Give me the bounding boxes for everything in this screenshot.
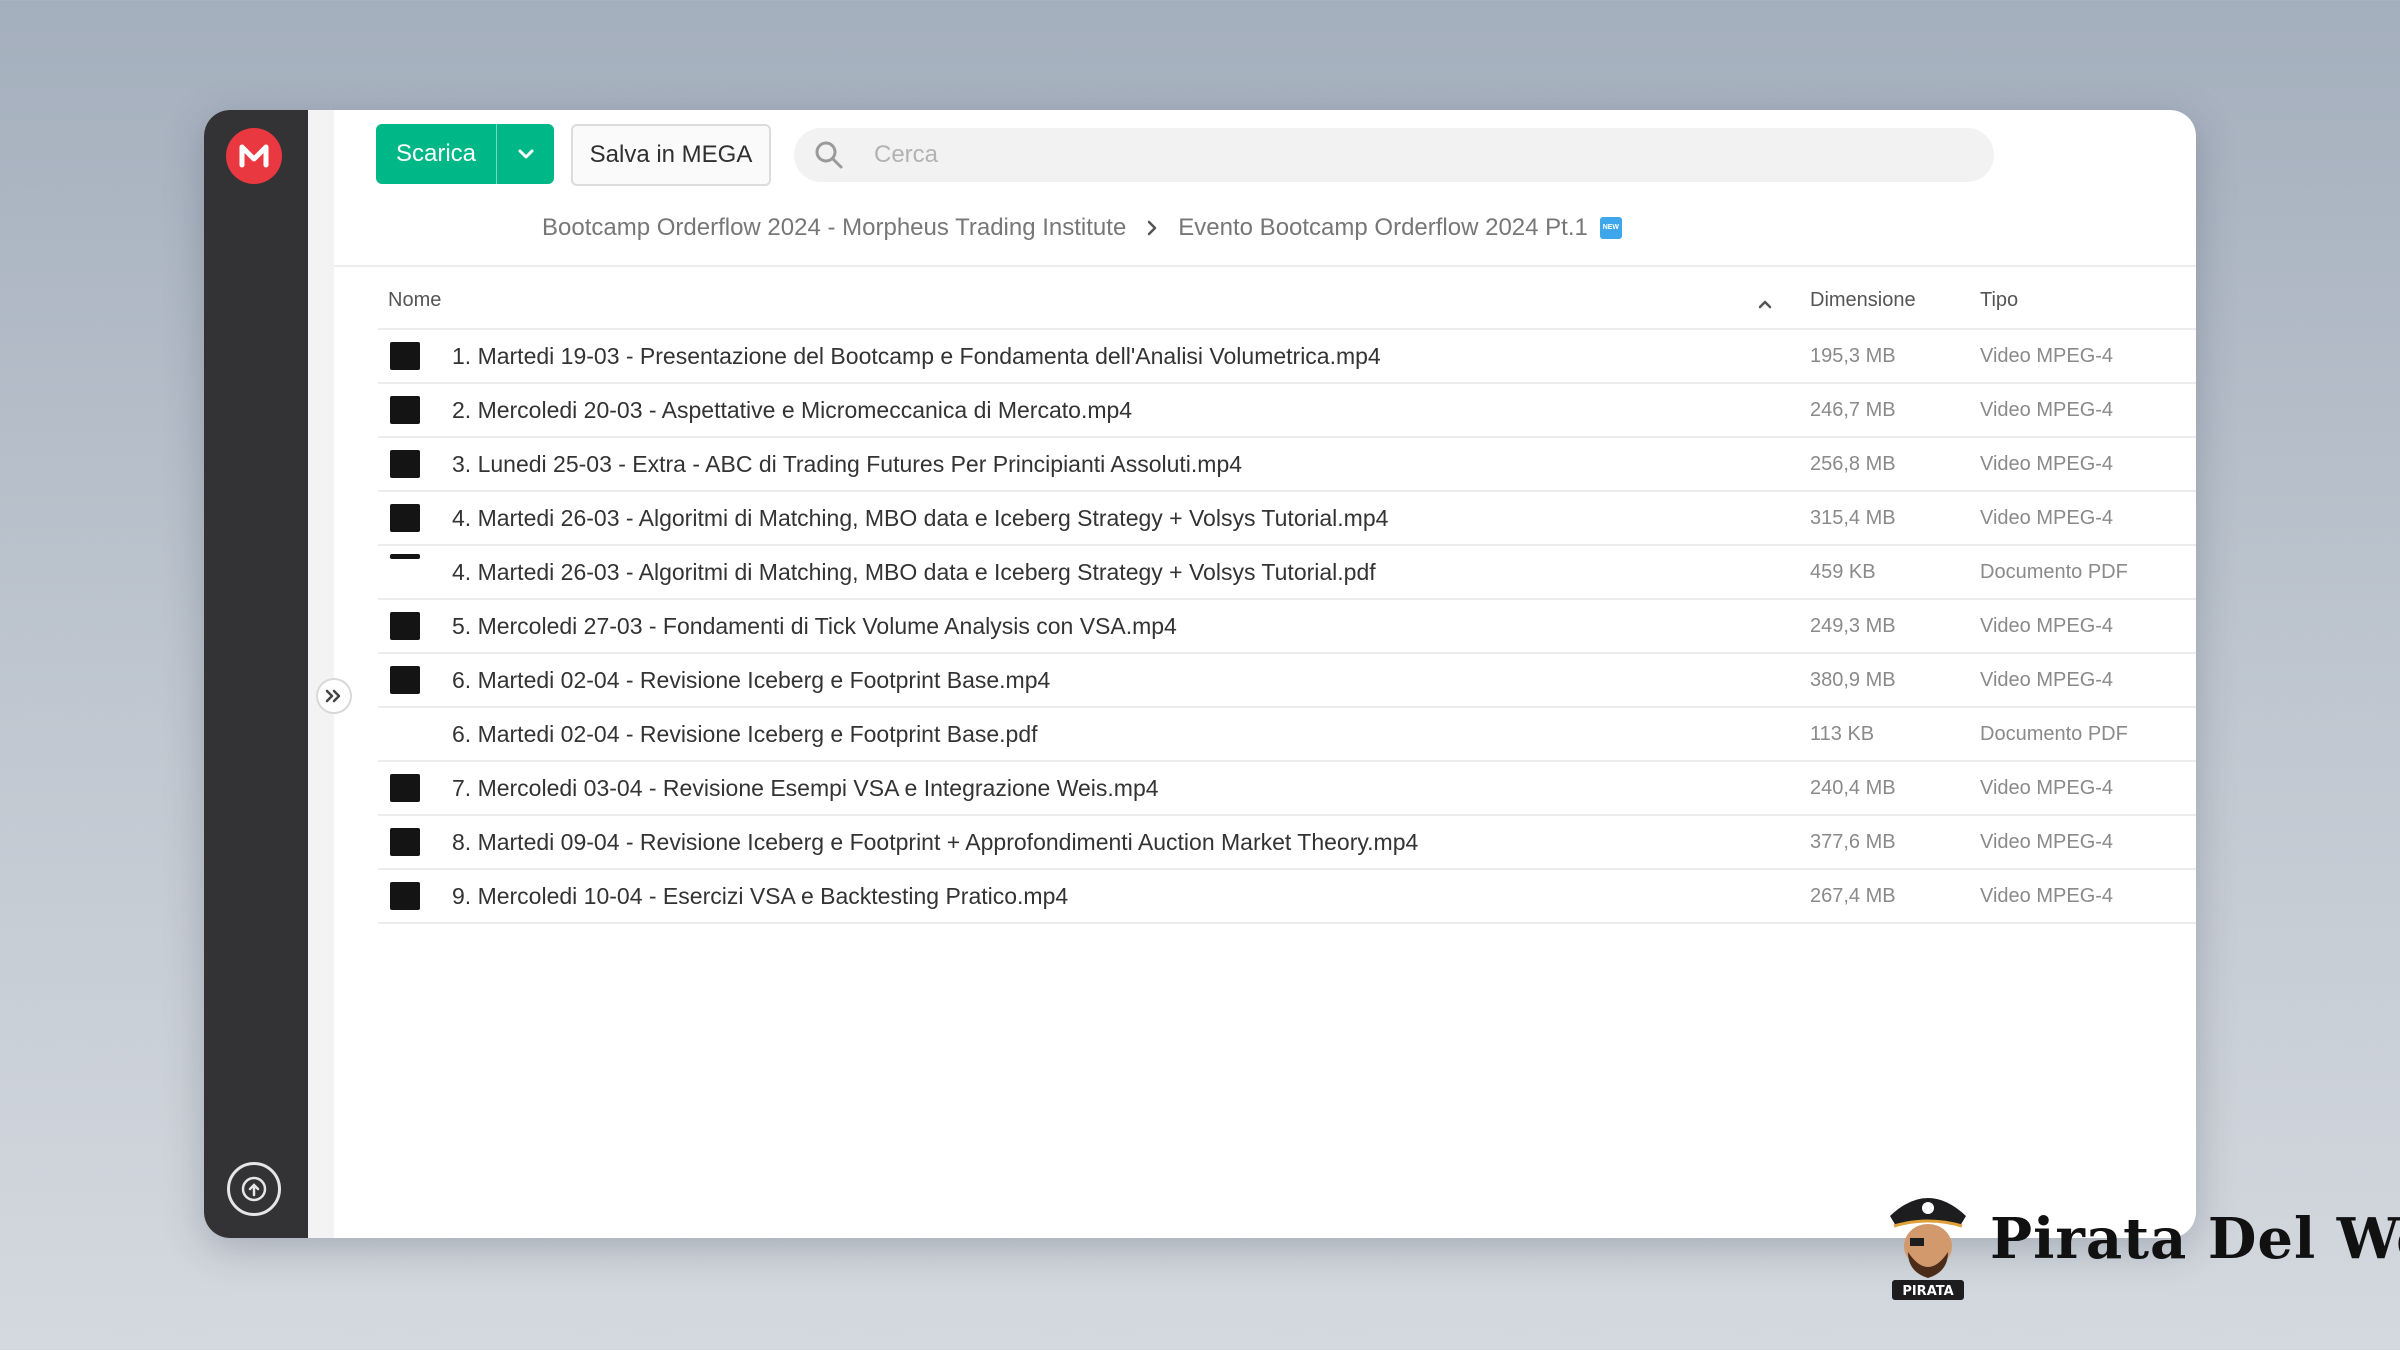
video-thumbnail-icon [390, 882, 420, 910]
sync-icon[interactable] [227, 1162, 281, 1216]
table-row[interactable]: 6. Martedi 02-04 - Revisione Iceberg e F… [378, 708, 2196, 762]
file-name[interactable]: 9. Mercoledi 10-04 - Esercizi VSA e Back… [452, 883, 1068, 910]
file-table: Nome Dimensione Tipo 1. Martedi 19-03 - … [378, 272, 2196, 924]
new-badge: NEW [1599, 217, 1622, 239]
file-type: Video MPEG-4 [1980, 344, 2114, 367]
video-thumbnail-icon [390, 666, 420, 694]
video-thumbnail-icon [390, 396, 420, 424]
file-name[interactable]: 6. Martedi 02-04 - Revisione Iceberg e F… [452, 667, 1050, 694]
file-thumbnail-icon [390, 554, 420, 559]
search-input[interactable] [872, 140, 1876, 170]
column-header-size[interactable]: Dimensione [1810, 289, 1916, 312]
table-row[interactable]: 9. Mercoledi 10-04 - Esercizi VSA e Back… [378, 870, 2196, 924]
file-name[interactable]: 5. Mercoledi 27-03 - Fondamenti di Tick … [452, 613, 1177, 640]
video-thumbnail-icon [390, 342, 420, 370]
file-type: Video MPEG-4 [1980, 884, 2114, 907]
file-name[interactable]: 7. Mercoledi 03-04 - Revisione Esempi VS… [452, 775, 1159, 802]
download-button[interactable]: Scarica [376, 124, 554, 184]
sort-ascending-icon[interactable] [1758, 292, 1772, 315]
video-thumbnail-icon [390, 828, 420, 856]
breadcrumb-parent[interactable]: Bootcamp Orderflow 2024 - Morpheus Tradi… [542, 214, 1126, 242]
file-name[interactable]: 4. Martedi 26-03 - Algoritmi di Matching… [452, 559, 1376, 586]
file-size: 249,3 MB [1810, 614, 1896, 637]
file-type: Video MPEG-4 [1980, 452, 2114, 475]
file-type: Video MPEG-4 [1980, 776, 2114, 799]
breadcrumb-current: Evento Bootcamp Orderflow 2024 Pt.1 [1178, 214, 1588, 241]
file-size: 246,7 MB [1810, 398, 1896, 421]
table-row[interactable]: 5. Mercoledi 27-03 - Fondamenti di Tick … [378, 600, 2196, 654]
table-row[interactable]: 4. Martedi 26-03 - Algoritmi di Matching… [378, 492, 2196, 546]
file-size: 113 KB [1810, 722, 1875, 745]
file-size: 240,4 MB [1810, 776, 1896, 799]
table-header: Nome Dimensione Tipo [378, 272, 2196, 330]
header-divider [334, 265, 2196, 267]
sidebar-gutter [308, 110, 334, 1238]
column-header-type[interactable]: Tipo [1980, 289, 2018, 312]
column-header-name[interactable]: Nome [388, 289, 441, 312]
pirate-logo-badge: PIRATA [1902, 1284, 1953, 1299]
file-type: Video MPEG-4 [1980, 506, 2114, 529]
search-bar[interactable] [794, 128, 1994, 182]
file-type: Video MPEG-4 [1980, 830, 2114, 853]
table-row[interactable]: 1. Martedi 19-03 - Presentazione del Boo… [378, 330, 2196, 384]
file-size: 267,4 MB [1810, 884, 1896, 907]
file-size: 459 KB [1810, 560, 1876, 583]
file-size: 380,9 MB [1810, 668, 1896, 691]
table-row[interactable]: 8. Martedi 09-04 - Revisione Iceberg e F… [378, 816, 2196, 870]
table-row[interactable]: 3. Lunedi 25-03 - Extra - ABC di Trading… [378, 438, 2196, 492]
table-row[interactable]: 4. Martedi 26-03 - Algoritmi di Matching… [378, 546, 2196, 600]
video-thumbnail-icon [390, 450, 420, 478]
mega-browser-window: Scarica Salva in MEGA Bootcamp Orderflow… [204, 110, 2196, 1238]
search-icon [794, 140, 864, 170]
download-options-dropdown[interactable] [496, 124, 554, 184]
file-type: Video MPEG-4 [1980, 398, 2114, 421]
download-button-label[interactable]: Scarica [376, 124, 496, 184]
video-thumbnail-icon [390, 612, 420, 640]
file-name[interactable]: 4. Martedi 26-03 - Algoritmi di Matching… [452, 505, 1388, 532]
main-panel: Scarica Salva in MEGA Bootcamp Orderflow… [334, 110, 2196, 1238]
video-thumbnail-icon [390, 774, 420, 802]
table-row[interactable]: 6. Martedi 02-04 - Revisione Iceberg e F… [378, 654, 2196, 708]
file-size: 256,8 MB [1810, 452, 1896, 475]
sidebar [204, 110, 308, 1238]
save-to-mega-button[interactable]: Salva in MEGA [571, 124, 771, 186]
breadcrumb: Bootcamp Orderflow 2024 - Morpheus Tradi… [542, 208, 1622, 248]
file-name[interactable]: 2. Mercoledi 20-03 - Aspettative e Micro… [452, 397, 1132, 424]
file-type: Video MPEG-4 [1980, 668, 2114, 691]
file-size: 315,4 MB [1810, 506, 1896, 529]
file-name[interactable]: 6. Martedi 02-04 - Revisione Iceberg e F… [452, 721, 1038, 748]
file-name[interactable]: 1. Martedi 19-03 - Presentazione del Boo… [452, 343, 1381, 370]
file-size: 377,6 MB [1810, 830, 1896, 853]
file-type: Video MPEG-4 [1980, 614, 2114, 637]
table-row[interactable]: 7. Mercoledi 03-04 - Revisione Esempi VS… [378, 762, 2196, 816]
file-name[interactable]: 8. Martedi 09-04 - Revisione Iceberg e F… [452, 829, 1418, 856]
mega-logo-icon[interactable] [226, 128, 282, 184]
file-type: Documento PDF [1980, 722, 2128, 745]
table-row[interactable]: 2. Mercoledi 20-03 - Aspettative e Micro… [378, 384, 2196, 438]
video-thumbnail-icon [390, 504, 420, 532]
watermark-text: Pirata Del Web [1990, 1206, 2400, 1272]
table-body: 1. Martedi 19-03 - Presentazione del Boo… [378, 330, 2196, 924]
chevron-down-icon [518, 149, 533, 159]
file-name[interactable]: 3. Lunedi 25-03 - Extra - ABC di Trading… [452, 451, 1242, 478]
chevron-right-icon [1146, 220, 1158, 236]
file-type: Documento PDF [1980, 560, 2128, 583]
pirate-logo-icon: PIRATA [1890, 1198, 1966, 1300]
file-size: 195,3 MB [1810, 344, 1896, 367]
